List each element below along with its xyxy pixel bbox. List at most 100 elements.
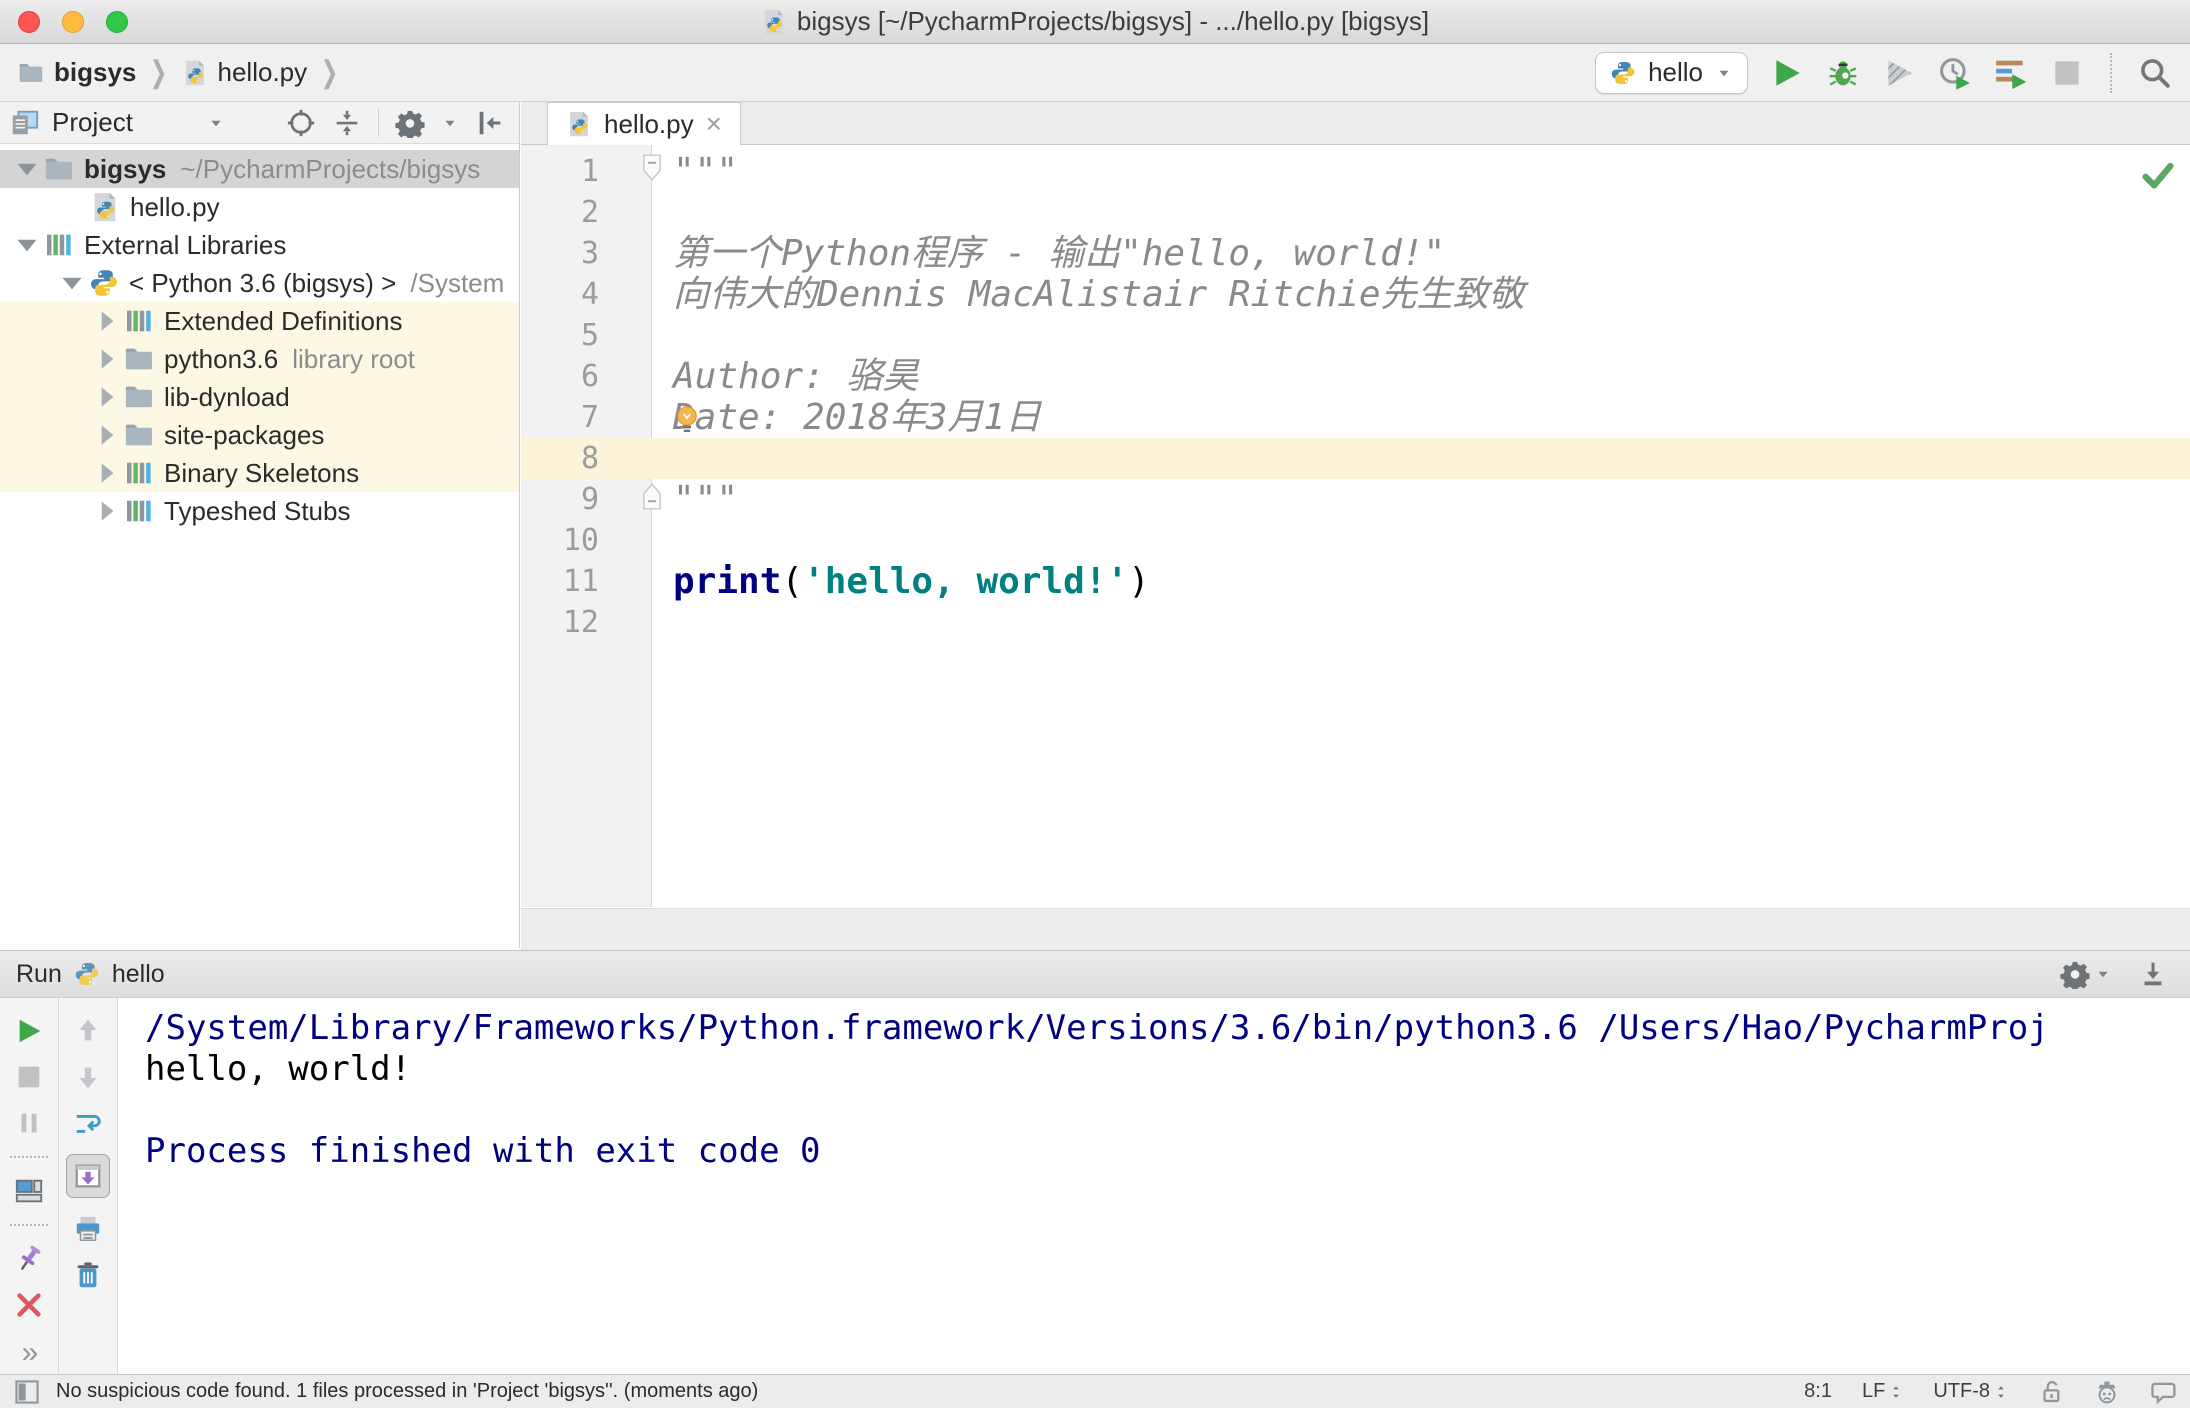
pin-tab-button[interactable] (14, 1244, 44, 1274)
hide-panel-button[interactable] (475, 108, 505, 138)
clear-all-button[interactable] (73, 1260, 103, 1290)
run-button[interactable] (1770, 56, 1804, 90)
tree-item-bigsys[interactable]: bigsys ~/PycharmProjects/bigsys (0, 150, 519, 188)
close-console-button[interactable] (14, 1290, 44, 1320)
status-bar: No suspicious code found. 1 files proces… (0, 1374, 2190, 1408)
code-token: Author: 骆昊 (673, 356, 919, 397)
tool-window-switcher-icon[interactable] (14, 1379, 40, 1405)
code-line-9[interactable]: 9 """ (521, 479, 2190, 520)
chevron-right-icon[interactable] (90, 456, 124, 490)
chevron-down-icon[interactable] (55, 266, 89, 300)
code-line-1[interactable]: 1 """ (521, 151, 2190, 192)
close-tab-icon[interactable]: × (706, 110, 722, 138)
tree-item-python-3-6-bigsys[interactable]: < Python 3.6 (bigsys) > /System (0, 264, 519, 302)
inspection-ok-icon[interactable] (2140, 157, 2176, 193)
scroll-to-source-button[interactable] (286, 108, 316, 138)
chevron-right-icon[interactable] (90, 304, 124, 338)
search-everywhere-button[interactable] (2138, 56, 2172, 90)
close-window-button[interactable] (18, 11, 40, 33)
hide-run-panel-button[interactable] (2138, 959, 2168, 989)
code-line-12[interactable]: 12 (521, 602, 2190, 643)
more-actions-icon[interactable]: » (22, 1336, 39, 1370)
tree-item-extended-definitions[interactable]: Extended Definitions (0, 302, 519, 340)
fold-marker-icon[interactable] (641, 482, 663, 510)
highlighting-level-icon[interactable] (2094, 1379, 2120, 1405)
code-line-4[interactable]: 4 向伟大的Dennis MacAlistair Ritchie先生致敬 (521, 274, 2190, 315)
encoding-widget[interactable]: UTF-8 (1933, 1380, 2008, 1403)
fold-marker-icon[interactable] (641, 154, 663, 182)
chevron-down-icon[interactable] (10, 152, 44, 186)
restore-layout-button[interactable] (14, 1176, 44, 1206)
python-icon (1610, 60, 1636, 86)
code-line-6[interactable]: 6 Author: 骆昊 (521, 356, 2190, 397)
code-token: 第一个Python程序 - 输出"hello, world!" (673, 233, 1446, 274)
intention-bulb-icon[interactable] (671, 404, 703, 436)
tree-item-label: Typeshed Stubs (164, 495, 351, 526)
library-icon (124, 458, 154, 488)
chevron-down-icon[interactable] (207, 114, 225, 132)
code-line-11[interactable]: 11 print('hello, world!') (521, 561, 2190, 602)
breadcrumb-file[interactable]: hello.py (218, 57, 308, 88)
tree-item-lib-dynload[interactable]: lib-dynload (0, 378, 519, 416)
run-with-coverage-button[interactable] (1882, 56, 1916, 90)
run-panel-header[interactable]: Run hello (0, 950, 2190, 998)
tree-item-hello-py[interactable]: hello.py (0, 188, 519, 226)
tree-item-label: External Libraries (84, 229, 287, 260)
code-line-3[interactable]: 3 第一个Python程序 - 输出"hello, world!" (521, 233, 2190, 274)
profiler-button[interactable] (1938, 56, 1972, 90)
line-number: 10 (562, 523, 599, 558)
soft-wrap-button[interactable] (73, 1108, 103, 1138)
concurrency-diagram-button[interactable] (1994, 56, 2028, 90)
window-title: bigsys [~/PycharmProjects/bigsys] - .../… (761, 6, 1429, 37)
tree-item-external-libraries[interactable]: External Libraries (0, 226, 519, 264)
line-number: 9 (580, 482, 599, 517)
chevron-right-icon[interactable] (90, 380, 124, 414)
code-token: Date: 2018年3月1日 (673, 397, 1042, 438)
folder-icon (124, 344, 154, 374)
console-settings-gear-button[interactable] (2060, 959, 2090, 989)
chevron-right-icon[interactable] (90, 342, 124, 376)
code-line-5[interactable]: 5 (521, 315, 2190, 356)
toolbar-separator (378, 108, 379, 137)
editor-area: hello.py × 1 """ 2 3 第一个Python程序 - 输出"hello,… (521, 102, 2190, 908)
next-occurrence-button (73, 1062, 103, 1092)
console-output[interactable]: /System/Library/Frameworks/Python.framew… (119, 998, 2190, 1374)
tree-item-site-packages[interactable]: site-packages (0, 416, 519, 454)
code-line-2[interactable]: 2 (521, 192, 2190, 233)
breadcrumb-project[interactable]: bigsys (54, 57, 136, 88)
tree-item-hint: /System (410, 267, 505, 298)
line-ending-widget[interactable]: LF (1862, 1380, 1903, 1403)
chevron-right-icon[interactable] (90, 418, 124, 452)
tree-item-python3-6[interactable]: python3.6 library root (0, 340, 519, 378)
run-configuration-select[interactable]: hello (1595, 51, 1748, 94)
tree-item-typeshed-stubs[interactable]: Typeshed Stubs (0, 492, 519, 530)
project-panel-header[interactable]: Project (0, 102, 519, 144)
code-line-10[interactable]: 10 (521, 520, 2190, 561)
chevron-right-icon[interactable] (90, 494, 124, 528)
editor-tab-hello-py[interactable]: hello.py × (547, 102, 741, 145)
project-tool-icon (10, 108, 40, 138)
event-log-icon[interactable] (2150, 1379, 2176, 1405)
tree-item-binary-skeletons[interactable]: Binary Skeletons (0, 454, 519, 492)
project-tree: bigsys ~/PycharmProjects/bigsys hello.py Ex… (0, 144, 519, 948)
debug-button[interactable] (1826, 56, 1860, 90)
collapse-all-button[interactable] (332, 108, 362, 138)
caret-position-widget[interactable]: 8:1 (1804, 1380, 1832, 1403)
tree-item-label: Extended Definitions (164, 305, 403, 336)
print-console-button[interactable] (73, 1214, 103, 1244)
code-token: print (673, 561, 782, 602)
minimize-window-button[interactable] (62, 11, 84, 33)
code-line-8[interactable]: 8 (521, 438, 2190, 479)
scroll-to-end-button[interactable] (66, 1154, 110, 1198)
console-line: Process finished with exit code 0 (145, 1131, 821, 1171)
settings-gear-button[interactable] (395, 108, 425, 138)
rerun-button[interactable] (14, 1016, 44, 1046)
lock-icon[interactable] (2038, 1379, 2064, 1405)
fullscreen-window-button[interactable] (106, 11, 128, 33)
code-line-7[interactable]: 7 Date: 2018年3月1日 (521, 397, 2190, 438)
chevron-down-icon[interactable] (10, 228, 44, 262)
line-number: 5 (580, 318, 599, 353)
line-number: 1 (580, 154, 599, 189)
editor-body[interactable]: 1 """ 2 3 第一个Python程序 - 输出"hello, world!" 4 向伟… (521, 145, 2190, 908)
